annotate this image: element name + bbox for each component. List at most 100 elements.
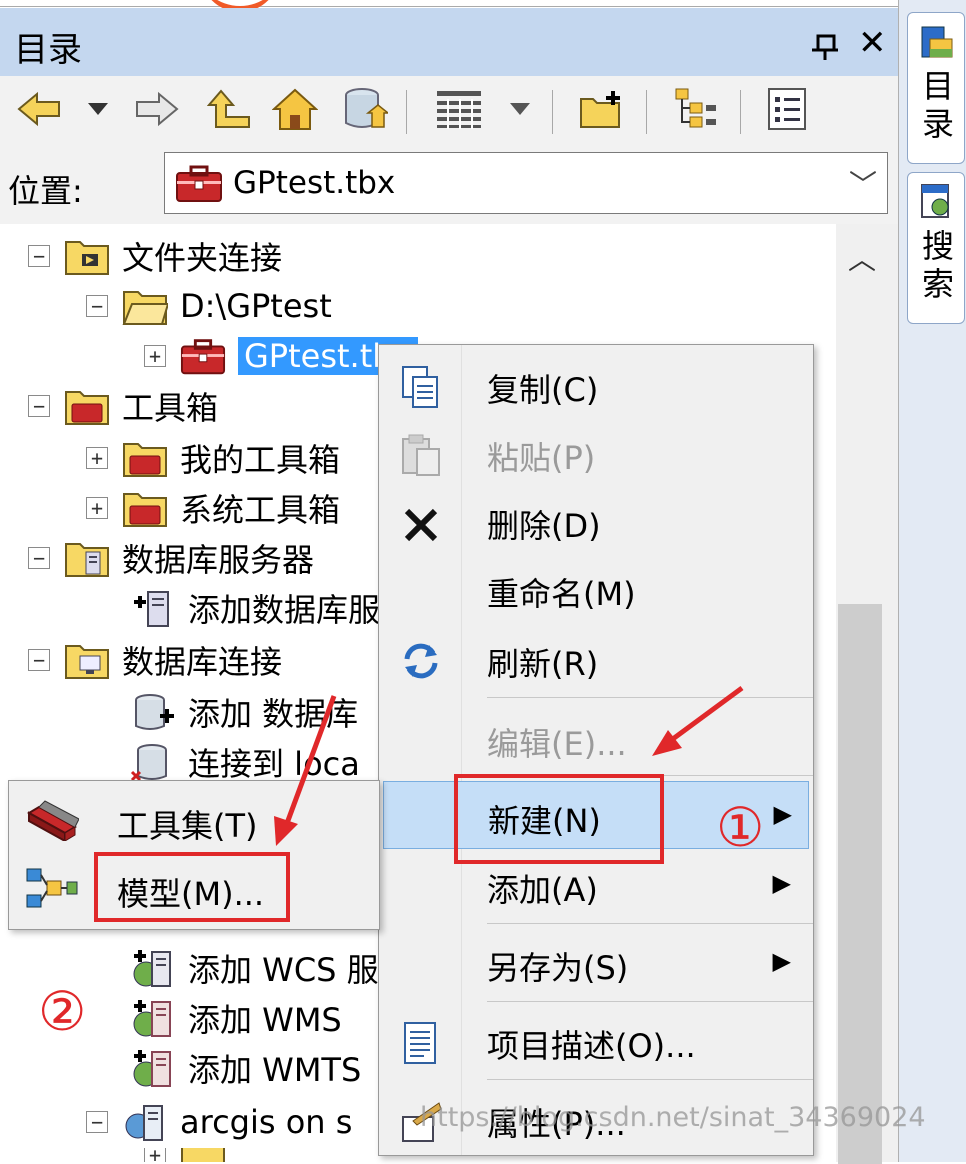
chevron-down-icon[interactable]: ﹀	[849, 163, 877, 203]
tab-catalog[interactable]: 目录	[907, 12, 965, 164]
collapse-icon[interactable]: −	[86, 295, 108, 317]
window-top-edge	[0, 0, 902, 7]
catalog-tab-icon	[921, 26, 953, 58]
tab-label: 搜索	[921, 227, 954, 303]
menu-item-label: 复制(C)	[487, 371, 599, 409]
toolbar-separator	[740, 90, 741, 134]
forward-arrow-icon[interactable]	[132, 84, 182, 134]
connect-folder-icon[interactable]	[578, 84, 628, 134]
tree-item-label: 文件夹连接	[122, 239, 283, 277]
catalog-title-bar: 目录 ✕	[0, 8, 898, 76]
submenu-item-toolset[interactable]: 工具集(T)	[9, 787, 379, 853]
collapse-icon[interactable]: −	[28, 547, 50, 569]
menu-item-edit[interactable]: 编辑(E)...	[379, 709, 813, 769]
folder-connection-icon	[65, 241, 109, 275]
tree-item-label: D:\GPtest	[180, 287, 332, 325]
submenu-arrow-icon: ▶	[773, 800, 792, 828]
collapse-icon[interactable]: −	[86, 1111, 108, 1133]
add-server-icon	[134, 591, 169, 627]
tree-item-add-wms[interactable]: 添加 WMS	[130, 994, 342, 1042]
home-icon[interactable]	[270, 84, 320, 134]
tab-search[interactable]: 搜索	[907, 172, 965, 324]
toolbox-icon	[180, 339, 226, 375]
tree-item-my-toolboxes[interactable]: + 我的工具箱	[86, 434, 340, 482]
folder-icon	[122, 291, 168, 325]
location-combobox[interactable]: GPtest.tbx ﹀	[164, 152, 888, 214]
menu-item-copy[interactable]: 复制(C)	[379, 355, 813, 415]
menu-item-label: 添加(A)	[487, 871, 598, 909]
tree-item-label: 数据库服务器	[122, 541, 315, 579]
menu-item-rename[interactable]: 重命名(M)	[379, 559, 813, 619]
scroll-thumb[interactable]	[838, 604, 882, 1164]
add-database-connection-icon	[135, 694, 174, 730]
context-menu: 复制(C) 粘贴(P) 删除(D) 重命名(M) 刷新(R) 编辑(E)... …	[378, 344, 814, 1156]
tree-vertical-scrollbar[interactable]: ︿	[836, 224, 898, 1164]
menu-separator	[487, 1001, 813, 1002]
default-geodatabase-icon[interactable]	[340, 84, 390, 134]
pin-icon[interactable]	[808, 30, 842, 62]
back-arrow-icon[interactable]	[14, 84, 64, 134]
menu-item-refresh[interactable]: 刷新(R)	[379, 629, 813, 689]
menu-item-delete[interactable]: 删除(D)	[379, 491, 813, 551]
tree-item-system-toolboxes[interactable]: + 系统工具箱	[86, 484, 340, 532]
collapse-icon[interactable]: −	[28, 245, 50, 267]
tree-item-gptest-folder[interactable]: − D:\GPtest	[86, 282, 332, 330]
tree-item-label: 添加 WMS	[188, 1001, 342, 1039]
scroll-up-icon[interactable]: ︿	[848, 238, 876, 278]
tree-item-connect-to-localhost[interactable]: 连接到 loca	[130, 738, 360, 786]
tree-view-icon[interactable]	[670, 84, 720, 134]
tree-item-label: 数据库连接	[122, 643, 283, 681]
folder-icon	[181, 1148, 225, 1162]
menu-item-label: 删除(D)	[487, 507, 601, 545]
back-dropdown-icon[interactable]	[76, 84, 120, 134]
up-level-icon[interactable]	[204, 84, 254, 134]
add-wmts-server-icon	[133, 1050, 171, 1087]
tree-item-label: 我的工具箱	[180, 441, 341, 479]
menu-item-label: 编辑(E)...	[487, 725, 627, 763]
location-bar: 位置: GPtest.tbx ﹀	[0, 144, 898, 224]
tree-item-add-database-server[interactable]: 添加数据库服	[130, 584, 380, 632]
menu-item-add[interactable]: 添加(A) ▶	[379, 855, 813, 915]
tree-item-database-servers[interactable]: − 数据库服务器	[28, 534, 314, 582]
tree-item-label: 工具箱	[122, 389, 219, 427]
tab-label: 目录	[921, 67, 954, 143]
delete-icon	[404, 508, 438, 542]
add-wms-server-icon	[133, 1000, 171, 1037]
item-description-icon	[404, 1022, 436, 1064]
annotation-marker-1: ①	[716, 796, 765, 859]
tree-item-label: 连接到 loca	[188, 745, 360, 783]
expand-icon[interactable]: +	[144, 345, 166, 367]
tree-item-add-database-connection[interactable]: 添加 数据库	[130, 688, 358, 736]
view-dropdown-icon[interactable]	[498, 84, 542, 134]
expand-icon[interactable]: +	[86, 497, 108, 519]
tree-item-database-connections[interactable]: − 数据库连接	[28, 636, 282, 684]
tree-item-gptest-tbx[interactable]: + GPtest.tbx	[144, 332, 418, 380]
list-view-icon[interactable]	[434, 84, 484, 134]
toolset-icon	[27, 800, 79, 841]
menu-item-save-as[interactable]: 另存为(S) ▶	[379, 933, 813, 993]
menu-item-label: 重命名(M)	[487, 575, 636, 613]
toolbar-separator	[406, 90, 407, 134]
tree-item-label: 添加 WMTS	[188, 1051, 362, 1089]
database-server-folder-icon	[65, 543, 109, 577]
annotation-box-model	[94, 852, 290, 922]
refresh-icon	[404, 643, 438, 679]
options-icon[interactable]	[762, 84, 812, 134]
toolbox-folder-icon	[123, 493, 167, 527]
menu-item-label: 项目描述(O)...	[487, 1027, 696, 1065]
collapse-icon[interactable]: −	[28, 395, 50, 417]
expand-icon[interactable]: +	[86, 447, 108, 469]
tree-item-toolboxes[interactable]: − 工具箱	[28, 382, 218, 430]
panel-title: 目录	[14, 30, 82, 70]
location-value: GPtest.tbx	[233, 165, 396, 201]
tree-item-add-wcs[interactable]: 添加 WCS 服	[130, 944, 379, 992]
tree-item-folder-connections[interactable]: − 文件夹连接	[28, 232, 282, 280]
menu-item-item-description[interactable]: 项目描述(O)...	[379, 1011, 813, 1071]
paste-icon	[402, 434, 440, 476]
menu-item-paste[interactable]: 粘贴(P)	[379, 423, 813, 483]
close-icon[interactable]: ✕	[858, 26, 887, 60]
collapse-icon[interactable]: −	[28, 649, 50, 671]
tree-item-add-wmts[interactable]: 添加 WMTS	[130, 1044, 361, 1092]
tree-item-arcgis-online[interactable]: − arcgis on s	[86, 1098, 352, 1146]
search-tab-icon	[921, 184, 949, 218]
